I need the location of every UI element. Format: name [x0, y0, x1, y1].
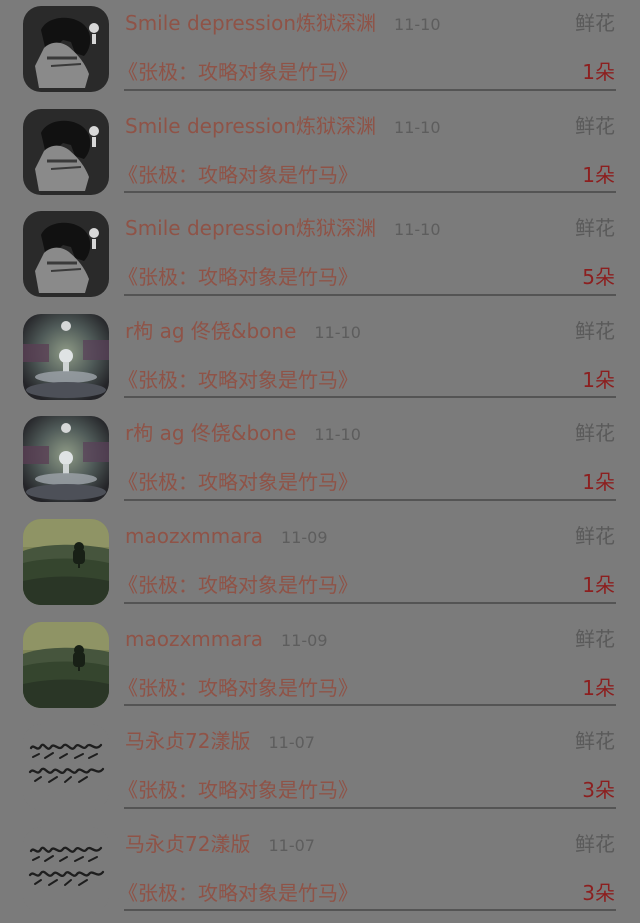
list-item[interactable]: Smile depression炼狱深渊 11-10 鲜花 《张极：攻略对象是竹马… [0, 103, 640, 206]
sender-line: 马永贞72漾版 11-07 [125, 728, 315, 756]
sender-line: Smile depression炼狱深渊 11-10 [125, 215, 441, 243]
sender-line: maozxmmara 11-09 [125, 523, 328, 551]
gift-type: 鲜花 [575, 729, 615, 754]
book-title[interactable]: 《张极：攻略对象是竹马》 [118, 777, 358, 803]
divider [124, 601, 616, 604]
sender-line: Smile depression炼狱深渊 11-10 [125, 113, 441, 141]
book-title[interactable]: 《张极：攻略对象是竹马》 [118, 264, 358, 290]
gift-date: 11-10 [314, 322, 361, 342]
book-title[interactable]: 《张极：攻略对象是竹马》 [118, 880, 358, 906]
gift-date: 11-07 [268, 733, 315, 753]
sender-name[interactable]: r枸 ag 佟侥&bone [125, 420, 296, 446]
avatar-handwriting-image [23, 826, 109, 913]
list-item[interactable]: maozxmmara 11-09 鲜花 《张极：攻略对象是竹马》 1朵 [0, 513, 640, 616]
book-title[interactable]: 《张极：攻略对象是竹马》 [118, 162, 358, 188]
sender-line: 马永贞72漾版 11-07 [125, 831, 315, 859]
gift-type: 鲜花 [575, 318, 615, 343]
avatar-water-drop-image [23, 313, 109, 400]
avatar[interactable] [23, 313, 109, 400]
list-item[interactable]: maozxmmara 11-09 鲜花 《张极：攻略对象是竹马》 1朵 [0, 616, 640, 719]
list-item[interactable]: 马永贞72漾版 11-07 鲜花 《张极：攻略对象是竹马》 3朵 [0, 718, 640, 821]
divider [124, 293, 616, 296]
divider [124, 806, 616, 809]
list-item[interactable]: 马永贞72漾版 11-07 鲜花 《张极：攻略对象是竹马》 3朵 [0, 821, 640, 923]
gift-date: 11-10 [394, 220, 441, 240]
avatar[interactable] [23, 519, 109, 605]
gift-count: 3朵 [582, 778, 615, 803]
gift-date: 11-09 [281, 528, 328, 547]
sender-name[interactable]: 马永贞72漾版 [125, 728, 250, 754]
list-item[interactable]: Smile depression炼狱深渊 11-10 鲜花 《张极：攻略对象是竹马… [0, 205, 640, 308]
divider [124, 396, 616, 399]
avatar[interactable] [23, 108, 109, 195]
avatar[interactable] [23, 6, 109, 92]
avatar-water-drop-image [23, 416, 109, 503]
sender-line: r枸 ag 佟侥&bone 11-10 [125, 420, 361, 448]
gift-type: 鲜花 [575, 11, 615, 35]
sender-line: r枸 ag 佟侥&bone 11-10 [125, 318, 361, 346]
avatar-dark-figure-image [23, 108, 109, 195]
book-title[interactable]: 《张极：攻略对象是竹马》 [118, 367, 358, 393]
avatar-dark-figure-image [23, 211, 109, 298]
gift-type: 鲜花 [575, 524, 615, 548]
avatar-green-hill-image [23, 519, 109, 605]
sender-name[interactable]: maozxmmara [125, 626, 263, 652]
list-item[interactable]: r枸 ag 佟侥&bone 11-10 鲜花 《张极：攻略对象是竹马》 1朵 [0, 410, 640, 513]
divider [124, 191, 616, 194]
gift-date: 11-10 [314, 425, 361, 445]
avatar[interactable] [23, 416, 109, 503]
gift-type: 鲜花 [575, 113, 615, 138]
sender-name[interactable]: Smile depression炼狱深渊 [125, 113, 376, 139]
avatar[interactable] [23, 724, 109, 811]
sender-name[interactable]: Smile depression炼狱深渊 [125, 215, 376, 241]
gift-type: 鲜花 [575, 831, 615, 856]
avatar[interactable] [23, 621, 109, 708]
gift-date: 11-07 [268, 835, 315, 855]
avatar-green-hill-image [23, 621, 109, 708]
gift-record-list: Smile depression炼狱深渊 11-10 鲜花 《张极：攻略对象是竹马… [0, 0, 640, 913]
gift-date: 11-10 [394, 117, 441, 137]
gift-count: 1朵 [582, 573, 615, 597]
divider [124, 704, 616, 707]
sender-name[interactable]: r枸 ag 佟侥&bone [125, 318, 296, 344]
sender-name[interactable]: maozxmmara [125, 523, 263, 549]
avatar[interactable] [23, 211, 109, 298]
gift-count: 1朵 [582, 60, 615, 84]
gift-count: 1朵 [582, 470, 615, 495]
avatar[interactable] [23, 826, 109, 913]
sender-name[interactable]: 马永贞72漾版 [125, 831, 250, 857]
divider [124, 88, 616, 91]
list-item[interactable]: Smile depression炼狱深渊 11-10 鲜花 《张极：攻略对象是竹马… [0, 0, 640, 103]
gift-count: 1朵 [582, 675, 615, 700]
sender-line: maozxmmara 11-09 [125, 626, 328, 654]
list-item[interactable]: r枸 ag 佟侥&bone 11-10 鲜花 《张极：攻略对象是竹马》 1朵 [0, 308, 640, 411]
gift-count: 1朵 [582, 162, 615, 187]
gift-type: 鲜花 [575, 216, 615, 241]
gift-type: 鲜花 [575, 421, 615, 446]
divider [124, 498, 616, 501]
avatar-dark-figure-image [23, 6, 109, 92]
avatar-handwriting-image [23, 724, 109, 811]
book-title[interactable]: 《张极：攻略对象是竹马》 [118, 59, 358, 85]
book-title[interactable]: 《张极：攻略对象是竹马》 [118, 675, 358, 701]
gift-type: 鲜花 [575, 626, 615, 651]
divider [124, 909, 616, 912]
gift-count: 1朵 [582, 367, 615, 392]
book-title[interactable]: 《张极：攻略对象是竹马》 [118, 469, 358, 495]
gift-date: 11-09 [281, 630, 328, 650]
sender-name[interactable]: Smile depression炼狱深渊 [125, 10, 376, 36]
sender-line: Smile depression炼狱深渊 11-10 [125, 10, 441, 38]
book-title[interactable]: 《张极：攻略对象是竹马》 [118, 572, 358, 598]
gift-count: 5朵 [582, 265, 615, 290]
gift-count: 3朵 [582, 880, 615, 905]
gift-date: 11-10 [394, 15, 441, 34]
